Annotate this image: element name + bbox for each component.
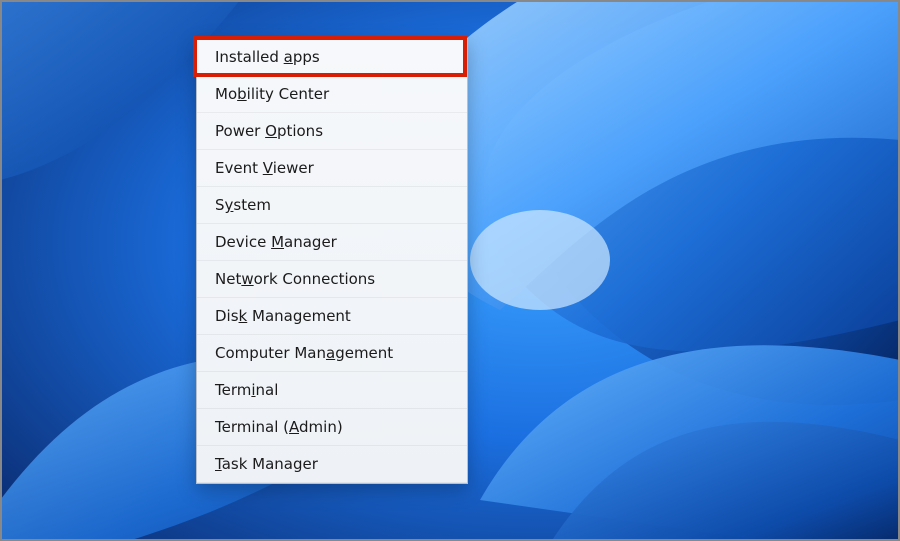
screenshot-frame (0, 0, 900, 541)
